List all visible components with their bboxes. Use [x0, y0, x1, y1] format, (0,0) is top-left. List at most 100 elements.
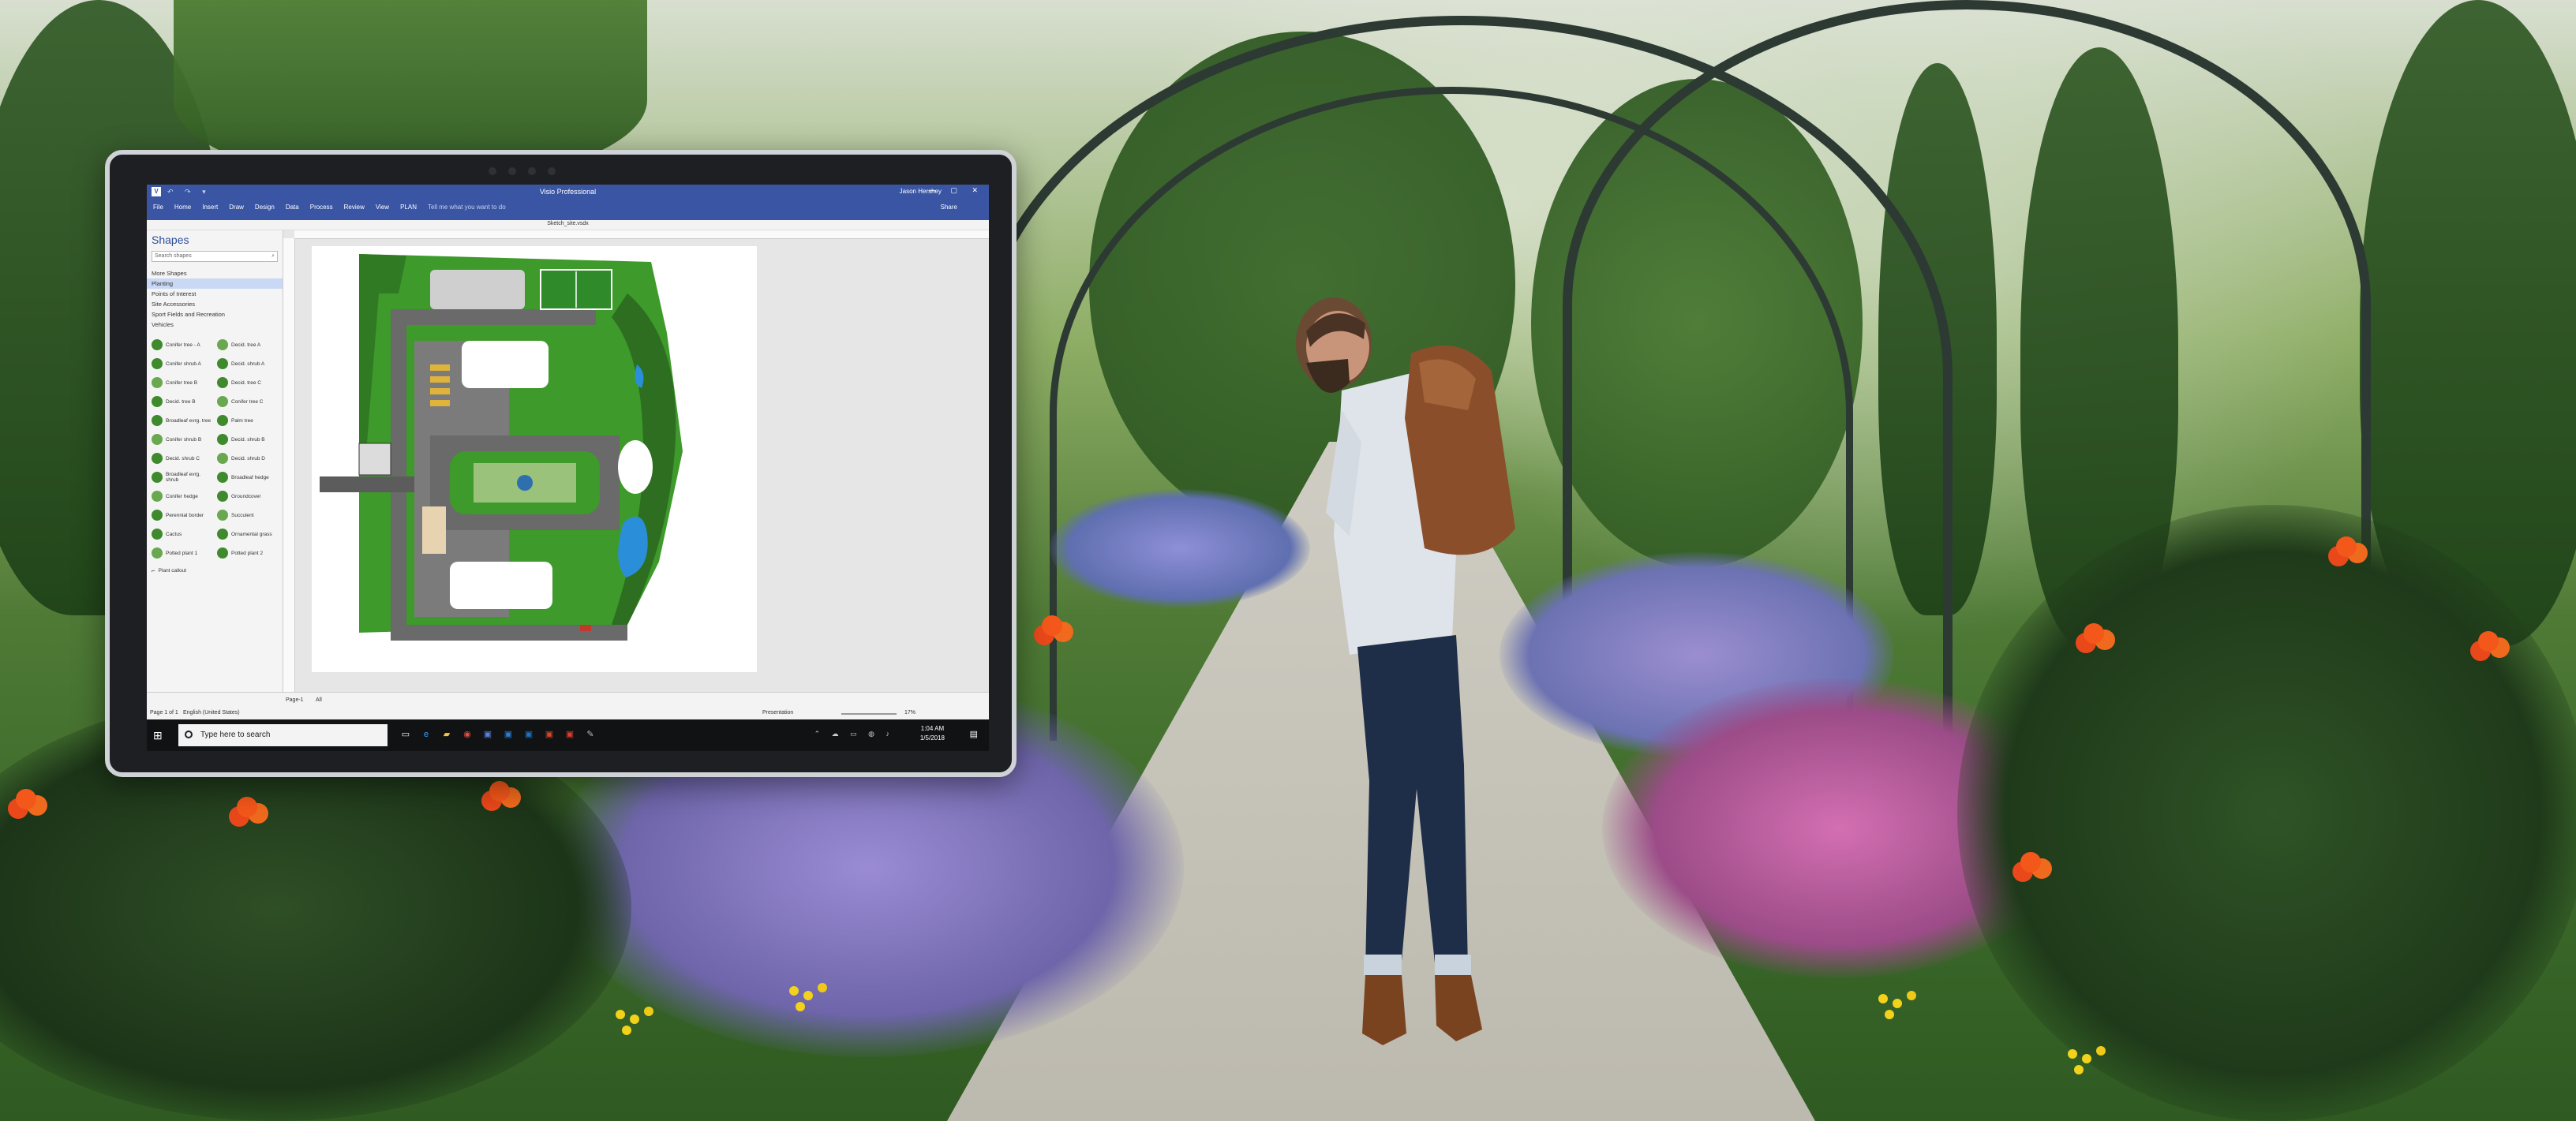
- plant-shape-icon: [152, 491, 163, 502]
- windows-start-icon[interactable]: ⊞: [153, 729, 163, 742]
- tab-process[interactable]: Process: [310, 204, 333, 211]
- shape-item[interactable]: Succulent: [217, 508, 279, 522]
- windows-tablet: V ↶ ↷ ▾ Visio Professional Jason Hershey…: [105, 150, 1017, 777]
- acrobat-icon[interactable]: ▣: [564, 727, 576, 742]
- front-camera: [489, 167, 496, 175]
- drawing-page[interactable]: [312, 246, 757, 672]
- paint-icon[interactable]: ✎: [584, 727, 597, 742]
- outlook-icon[interactable]: ▣: [522, 727, 535, 742]
- orange-flower: [1042, 615, 1062, 636]
- window-controls[interactable]: — ▢ ✕: [929, 186, 984, 195]
- visio-taskbar-icon[interactable]: ▣: [481, 727, 494, 742]
- shape-label: Succulent: [231, 512, 254, 518]
- shape-item[interactable]: Broadleaf evrg. tree: [152, 413, 214, 428]
- shape-item[interactable]: Decid. tree B: [152, 394, 214, 409]
- plant-callout-shape[interactable]: ⌐ Plant callout: [147, 563, 283, 577]
- stencil-site-accessories[interactable]: Site Accessories: [147, 299, 283, 309]
- front-camera: [528, 167, 536, 175]
- vertical-ruler: [283, 238, 295, 693]
- plant-shape-icon: [152, 415, 163, 426]
- tab-insert[interactable]: Insert: [202, 204, 218, 211]
- page-tab[interactable]: Page-1: [286, 697, 304, 703]
- more-shapes-menu[interactable]: More Shapes: [147, 268, 283, 278]
- tab-file[interactable]: File: [153, 204, 163, 211]
- shape-item[interactable]: Conifer tree B: [152, 376, 214, 390]
- yellow-flowers: [2068, 1049, 2077, 1059]
- tell-me-search[interactable]: Tell me what you want to do: [428, 204, 506, 211]
- tab-home[interactable]: Home: [174, 204, 191, 211]
- drawing-canvas[interactable]: [283, 230, 989, 693]
- shapes-pane-title: Shapes: [152, 234, 189, 246]
- shape-item[interactable]: Conifer shrub B: [152, 432, 214, 447]
- stencil-sport-fields[interactable]: Sport Fields and Recreation: [147, 309, 283, 319]
- tab-data[interactable]: Data: [286, 204, 299, 211]
- plant-shape-icon: [217, 547, 228, 559]
- plant-shape-icon: [217, 529, 228, 540]
- ribbon: V ↶ ↷ ▾ Visio Professional Jason Hershey…: [147, 185, 989, 220]
- plant-shape-icon: [152, 339, 163, 350]
- tab-plan[interactable]: PLAN: [400, 204, 417, 211]
- shape-item[interactable]: Groundcover: [217, 489, 279, 503]
- stencil-points-of-interest[interactable]: Points of Interest: [147, 289, 283, 299]
- stencil-planting[interactable]: Planting: [147, 278, 283, 289]
- document-file-name: Sketch_site.vsdx: [547, 221, 589, 226]
- tab-draw[interactable]: Draw: [229, 204, 244, 211]
- task-view-icon[interactable]: ▭: [399, 727, 412, 742]
- system-tray-icons[interactable]: ⌃ ☁ ▭ ◍ ♪: [814, 730, 894, 738]
- shape-item[interactable]: Cactus: [152, 527, 214, 541]
- shape-label: Conifer tree C: [231, 398, 264, 405]
- clock-time: 1:04 AM: [920, 725, 945, 732]
- shape-item[interactable]: Ornamental grass: [217, 527, 279, 541]
- shape-item[interactable]: Decid. shrub C: [152, 451, 214, 465]
- shape-item[interactable]: Potted plant 1: [152, 546, 214, 560]
- powerpoint-icon[interactable]: ▣: [543, 727, 556, 742]
- orange-flower: [2336, 536, 2357, 557]
- shape-item[interactable]: Decid. tree A: [217, 338, 279, 352]
- shape-label: Decid. tree A: [231, 342, 261, 348]
- shape-item[interactable]: Conifer tree C: [217, 394, 279, 409]
- chrome-icon[interactable]: ◉: [461, 727, 474, 742]
- shape-item[interactable]: Decid. tree C: [217, 376, 279, 390]
- shape-label: Decid. shrub C: [166, 455, 200, 461]
- shape-item[interactable]: Decid. shrub A: [217, 357, 279, 371]
- plant-shape-icon: [217, 358, 228, 369]
- tab-review[interactable]: Review: [344, 204, 365, 211]
- zoom-slider[interactable]: [841, 713, 897, 715]
- taskbar-clock[interactable]: 1:04 AM 1/5/2018: [920, 724, 945, 743]
- shape-item[interactable]: Decid. shrub B: [217, 432, 279, 447]
- shape-item[interactable]: Conifer shrub A: [152, 357, 214, 371]
- zoom-level[interactable]: 17%: [904, 710, 915, 716]
- file-explorer-icon[interactable]: ▰: [440, 727, 453, 742]
- all-pages-tab[interactable]: All: [316, 697, 322, 703]
- shape-label: Groundcover: [231, 493, 261, 499]
- presentation-mode-button[interactable]: Presentation: [762, 710, 793, 716]
- yellow-flowers: [1878, 994, 1888, 1003]
- front-camera: [508, 167, 516, 175]
- stencil-vehicles[interactable]: Vehicles: [147, 319, 283, 330]
- shape-label: Potted plant 1: [166, 550, 198, 556]
- tab-design[interactable]: Design: [255, 204, 275, 211]
- shape-item[interactable]: Conifer tree - A: [152, 338, 214, 352]
- shape-item[interactable]: Palm tree: [217, 413, 279, 428]
- shape-label: Decid. tree C: [231, 379, 261, 386]
- shape-item[interactable]: Broadleaf hedge: [217, 470, 279, 484]
- edge-icon[interactable]: e: [420, 727, 432, 742]
- shape-label: Perennial border: [166, 512, 204, 518]
- shape-item[interactable]: Decid. shrub D: [217, 451, 279, 465]
- shape-item[interactable]: Broadleaf evrg. shrub: [152, 470, 214, 484]
- shapes-search-input[interactable]: Search shapes ⌕: [152, 251, 278, 262]
- taskbar-apps: ▭ e ▰ ◉ ▣ ▣ ▣ ▣ ▣ ✎: [399, 727, 597, 742]
- shape-item[interactable]: Conifer hedge: [152, 489, 214, 503]
- shape-label: Decid. tree B: [166, 398, 196, 405]
- plant-shape-icon: [217, 339, 228, 350]
- shape-label: Potted plant 2: [231, 550, 264, 556]
- taskbar-search-box[interactable]: Type here to search: [178, 724, 388, 746]
- notifications-icon[interactable]: ▤: [970, 729, 978, 739]
- shape-item[interactable]: Perennial border: [152, 508, 214, 522]
- word-icon[interactable]: ▣: [502, 727, 515, 742]
- shape-label: Conifer tree - A: [166, 342, 200, 348]
- tab-view[interactable]: View: [376, 204, 389, 211]
- shape-item[interactable]: Potted plant 2: [217, 546, 279, 560]
- plant-shape-icon: [217, 491, 228, 502]
- share-button[interactable]: Share: [941, 204, 957, 211]
